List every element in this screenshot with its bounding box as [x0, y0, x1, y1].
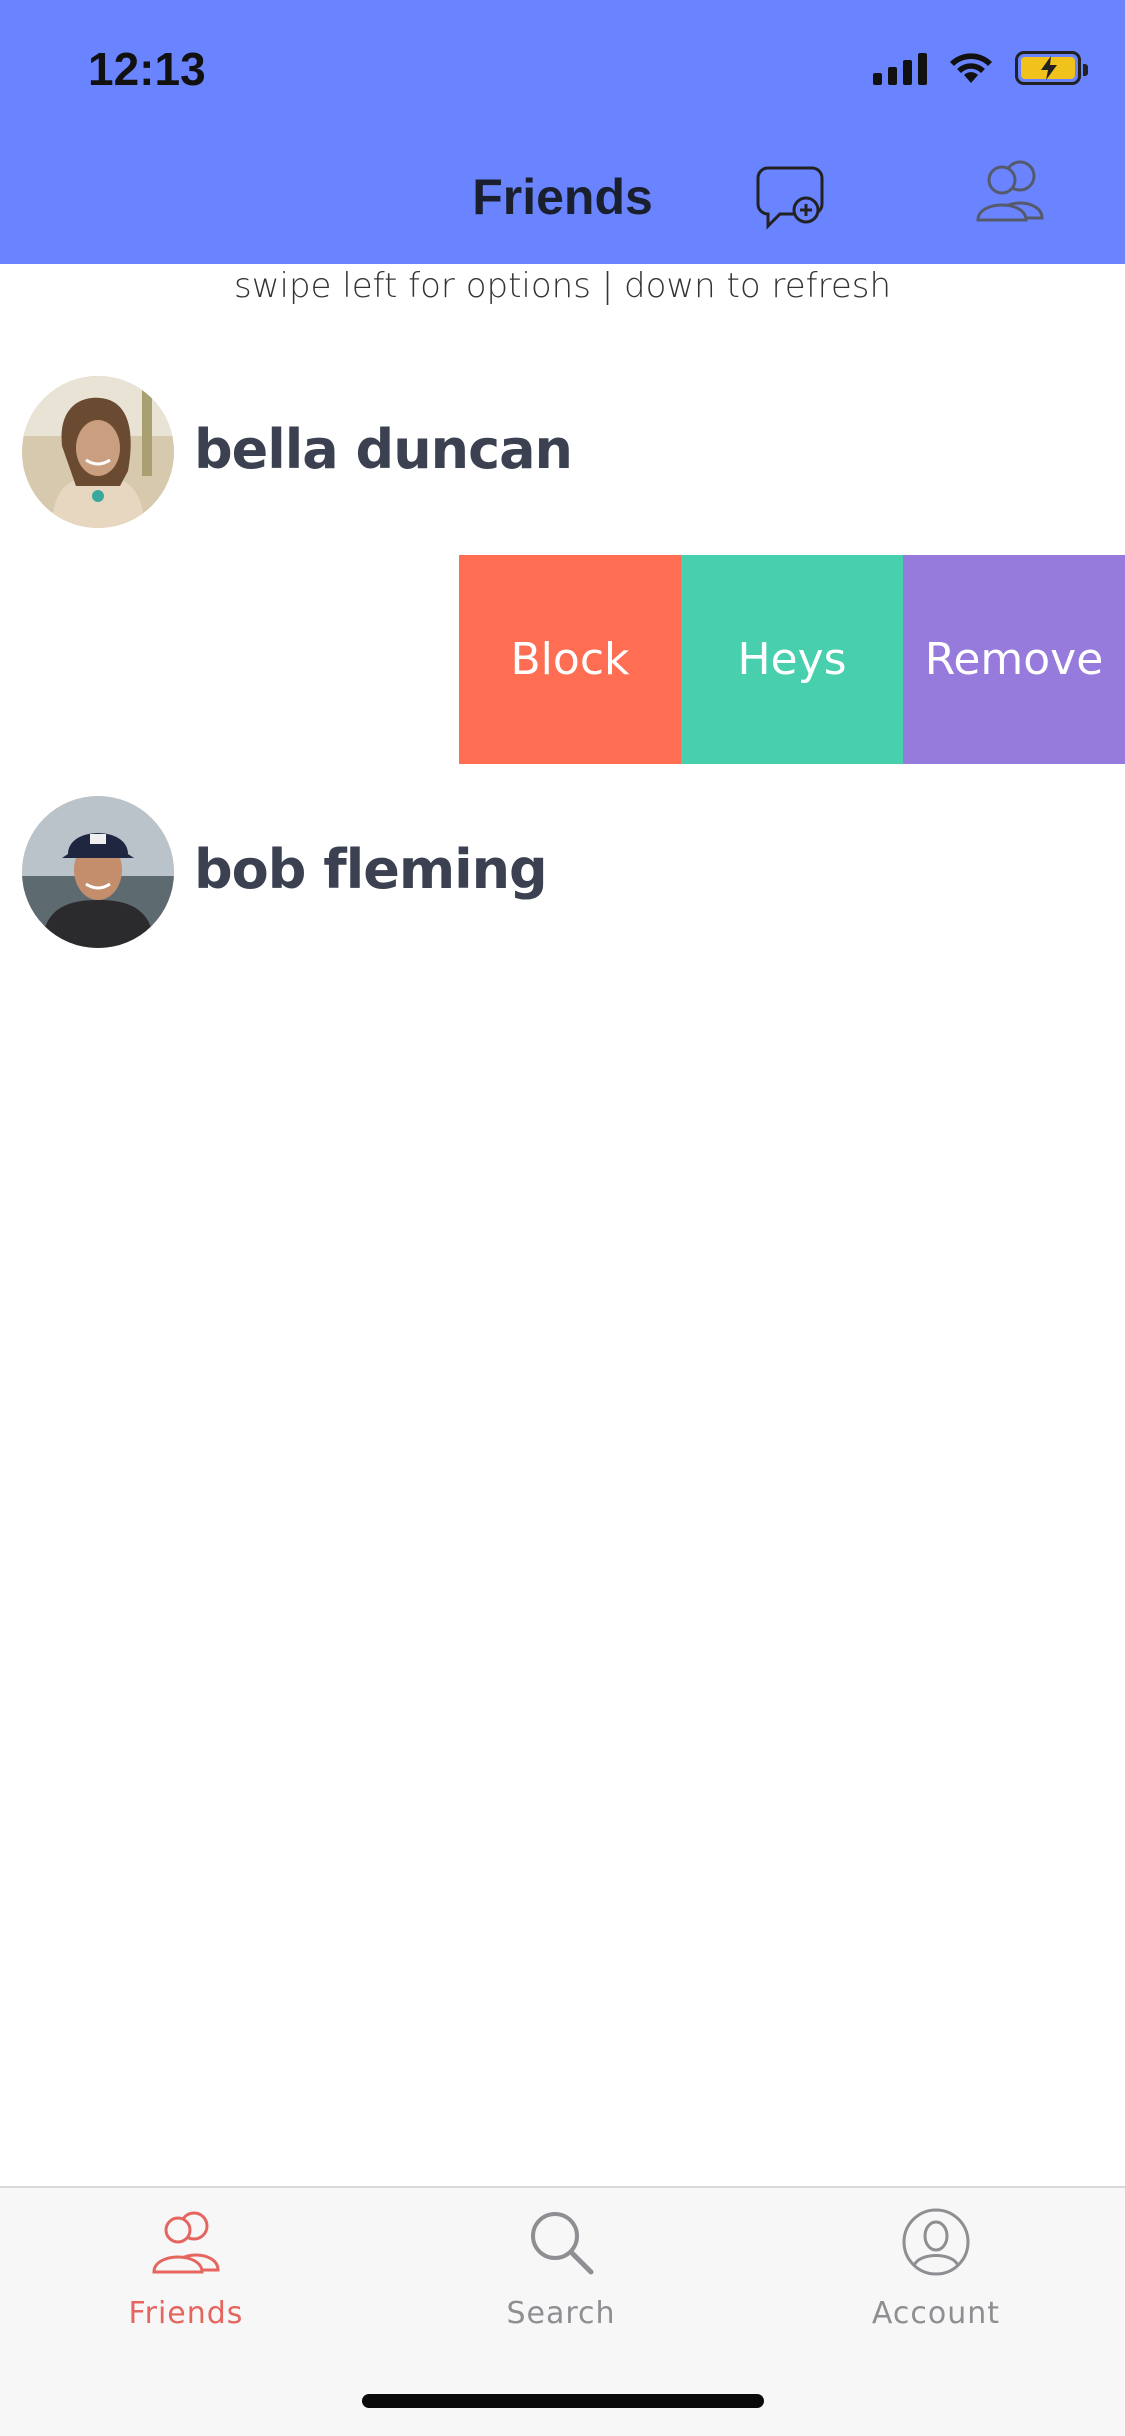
tab-account[interactable]: Account: [786, 2188, 1086, 2358]
tab-label: Search: [506, 2296, 616, 2331]
friend-requests-button[interactable]: [970, 156, 1052, 226]
friend-name: bella duncan: [194, 418, 573, 481]
page-title: Friends: [472, 169, 653, 225]
new-chat-button[interactable]: [754, 162, 826, 234]
group-icon: [976, 160, 1044, 222]
block-button[interactable]: Block: [459, 555, 681, 764]
avatar: [22, 796, 174, 948]
friend-row[interactable]: bella duncan: [0, 366, 1125, 528]
tab-label: Account: [871, 2296, 1001, 2331]
swipe-actions: Block Heys Remove: [459, 555, 1125, 764]
account-icon: [902, 2208, 970, 2276]
status-time: 12:13: [88, 43, 206, 95]
heys-button[interactable]: Heys: [681, 555, 903, 764]
friend-name: bob fleming: [194, 838, 548, 901]
status-icons: [873, 48, 1088, 88]
tab-label: Friends: [128, 2296, 244, 2331]
app-header: 12:13 Friends: [0, 0, 1125, 264]
swipe-hint: swipe left for options | down to refresh: [233, 266, 892, 306]
search-icon: [531, 2212, 594, 2275]
battery-charging-icon: [1015, 51, 1088, 85]
wifi-icon: [950, 53, 992, 83]
remove-button[interactable]: Remove: [903, 555, 1125, 764]
avatar: [22, 376, 174, 528]
tab-friends[interactable]: Friends: [36, 2188, 336, 2358]
friend-row[interactable]: bob fleming: [0, 786, 1125, 948]
chat-add-icon: [756, 166, 824, 230]
tab-search[interactable]: Search: [411, 2188, 711, 2358]
friends-icon: [152, 2211, 220, 2274]
cellular-signal-icon: [873, 51, 927, 85]
home-indicator[interactable]: [362, 2394, 764, 2408]
